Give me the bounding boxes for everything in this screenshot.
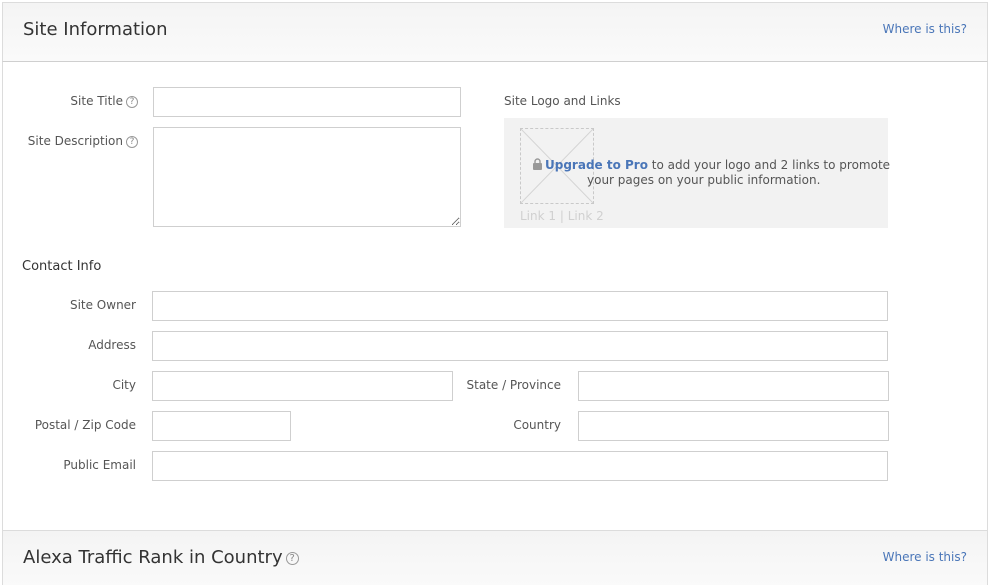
- site-logo-label: Site Logo and Links: [504, 94, 621, 108]
- site-owner-label: Site Owner: [69, 298, 136, 312]
- contact-info-heading: Contact Info: [22, 259, 102, 274]
- site-owner-input[interactable]: [152, 291, 888, 321]
- site-description-label-group: Site Description?: [28, 134, 138, 148]
- help-icon[interactable]: ?: [126, 135, 138, 148]
- promo-text-line1: to add your logo and 2 links to promote: [647, 158, 891, 172]
- site-description-label: Site Description: [27, 134, 123, 148]
- site-logo-promo-box: Link 1 | Link 2 Upgrade to Pro to add yo…: [504, 118, 890, 228]
- site-title-input[interactable]: [153, 87, 461, 117]
- state-province-input[interactable]: [578, 371, 889, 401]
- country-input[interactable]: [578, 411, 889, 441]
- where-is-this-link[interactable]: Where is this?: [883, 550, 967, 564]
- alexa-traffic-rank-title-group: Alexa Traffic Rank in Country?: [23, 547, 299, 568]
- state-province-label: State / Province: [466, 378, 562, 392]
- site-title-label: Site Title: [70, 94, 123, 108]
- postal-code-input[interactable]: [152, 411, 291, 441]
- promo-text-line2: your pages on your public information.: [587, 173, 821, 187]
- help-icon[interactable]: ?: [126, 95, 138, 108]
- public-email-input[interactable]: [152, 451, 888, 481]
- site-title-label-group: Site Title?: [70, 94, 138, 108]
- site-information-title: Site Information: [23, 19, 168, 40]
- upgrade-to-pro-link[interactable]: Upgrade to Pro: [545, 158, 648, 172]
- where-is-this-link[interactable]: Where is this?: [883, 22, 967, 36]
- help-icon[interactable]: ?: [285, 551, 299, 565]
- postal-code-label: Postal / Zip Code: [34, 418, 136, 432]
- upgrade-promo: Upgrade to Pro to add your logo and 2 li…: [532, 158, 890, 188]
- alexa-traffic-rank-header: Alexa Traffic Rank in Country? Where is …: [2, 530, 988, 585]
- logo-links-placeholder: Link 1 | Link 2: [520, 209, 604, 223]
- site-description-textarea[interactable]: [153, 127, 461, 227]
- public-email-label: Public Email: [63, 458, 136, 472]
- address-label: Address: [88, 338, 136, 352]
- city-label: City: [112, 378, 136, 392]
- site-information-header: Site Information Where is this?: [2, 2, 988, 62]
- address-input[interactable]: [152, 331, 888, 361]
- city-input[interactable]: [152, 371, 453, 401]
- lock-icon: [532, 158, 543, 170]
- alexa-traffic-rank-title: Alexa Traffic Rank in Country: [23, 547, 283, 568]
- country-label: Country: [513, 418, 561, 432]
